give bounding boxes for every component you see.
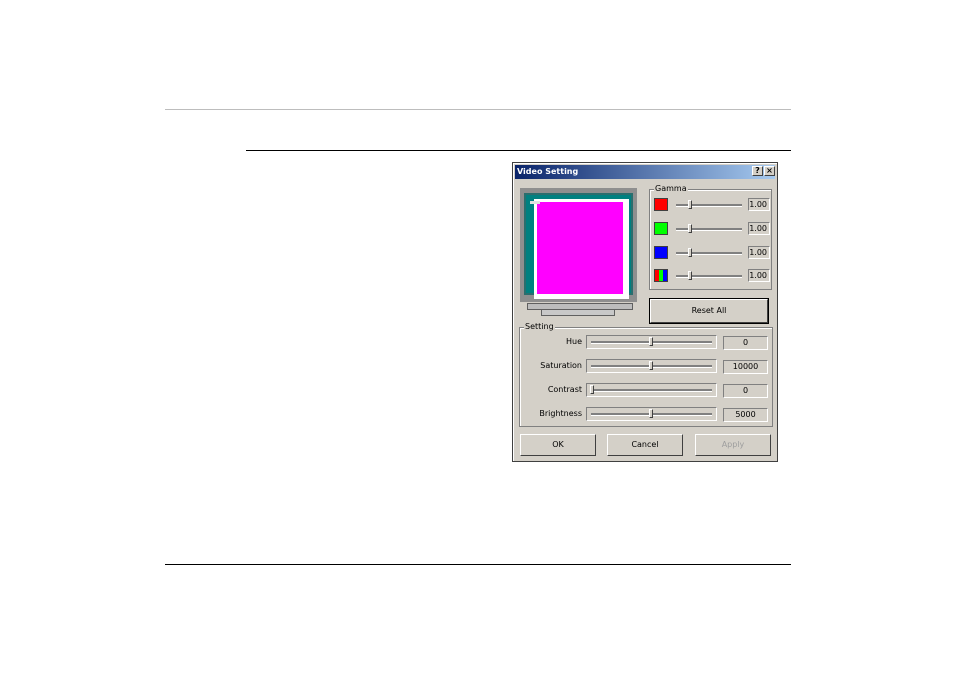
gamma-row-red: 1.00 (654, 197, 770, 213)
gamma-row-blue: 1.00 (654, 245, 770, 261)
gamma-all-slider[interactable] (676, 275, 742, 278)
saturation-value[interactable]: 10000 (723, 360, 768, 374)
brightness-slider-box (586, 407, 717, 421)
hue-slider-thumb[interactable] (649, 337, 653, 346)
red-swatch (654, 198, 668, 211)
brightness-row: Brightness 5000 (520, 407, 772, 423)
preview-window (534, 199, 629, 299)
gamma-red-slider[interactable] (676, 204, 742, 207)
gamma-all-value[interactable]: 1.00 (748, 269, 770, 282)
gamma-green-slider-thumb[interactable] (688, 224, 692, 233)
close-icon[interactable]: × (764, 166, 775, 176)
hue-label: Hue (565, 337, 582, 346)
gamma-group: Gamma 1.00 1.00 1.00 1.00 (649, 184, 772, 290)
hue-row: Hue 0 (520, 335, 772, 351)
saturation-slider-box (586, 359, 717, 373)
setting-group-label: Setting (524, 322, 555, 332)
gamma-red-slider-thumb[interactable] (688, 200, 692, 209)
gamma-green-slider[interactable] (676, 228, 742, 231)
title-bar[interactable]: Video Setting ? × (515, 165, 775, 179)
gamma-all-slider-thumb[interactable] (688, 271, 692, 280)
monitor-stand (541, 309, 615, 316)
page-divider-bottom (165, 564, 791, 565)
preview-desktop-icons (530, 201, 540, 204)
brightness-label: Brightness (539, 409, 582, 418)
page-divider-middle (246, 150, 791, 151)
contrast-slider[interactable] (591, 389, 712, 392)
gamma-group-label: Gamma (654, 184, 688, 194)
reset-all-button[interactable]: Reset All (650, 299, 768, 323)
gamma-blue-slider-thumb[interactable] (688, 248, 692, 257)
ok-button[interactable]: OK (520, 434, 596, 456)
setting-group: Setting Hue 0 Saturation 10000 Contrast (519, 322, 773, 427)
blue-swatch (654, 246, 668, 259)
page-divider-top (165, 109, 791, 110)
help-icon[interactable]: ? (752, 166, 763, 176)
contrast-slider-box (586, 383, 717, 397)
apply-button[interactable]: Apply (695, 434, 771, 456)
gamma-blue-slider[interactable] (676, 252, 742, 255)
gamma-red-value[interactable]: 1.00 (748, 198, 770, 211)
preview-color-area (537, 202, 623, 294)
cancel-button[interactable]: Cancel (607, 434, 683, 456)
saturation-label: Saturation (540, 361, 582, 370)
hue-slider-box (586, 335, 717, 349)
preview-screen (524, 193, 633, 299)
gamma-row-all: 1.00 (654, 268, 770, 284)
saturation-row: Saturation 10000 (520, 359, 772, 375)
hue-value[interactable]: 0 (723, 336, 768, 350)
green-swatch (654, 222, 668, 235)
rgb-swatch (654, 269, 668, 282)
contrast-row: Contrast 0 (520, 383, 772, 399)
gamma-row-green: 1.00 (654, 221, 770, 237)
contrast-slider-thumb[interactable] (590, 385, 594, 394)
window-title: Video Setting (517, 167, 579, 176)
gamma-green-value[interactable]: 1.00 (748, 222, 770, 235)
video-setting-dialog: Video Setting ? × Gamma 1.00 1.00 1.00 1… (512, 162, 778, 462)
monitor-preview (520, 188, 637, 302)
brightness-slider-thumb[interactable] (649, 409, 653, 418)
saturation-slider-thumb[interactable] (649, 361, 653, 370)
contrast-value[interactable]: 0 (723, 384, 768, 398)
contrast-label: Contrast (547, 385, 582, 394)
brightness-value[interactable]: 5000 (723, 408, 768, 422)
gamma-blue-value[interactable]: 1.00 (748, 246, 770, 259)
